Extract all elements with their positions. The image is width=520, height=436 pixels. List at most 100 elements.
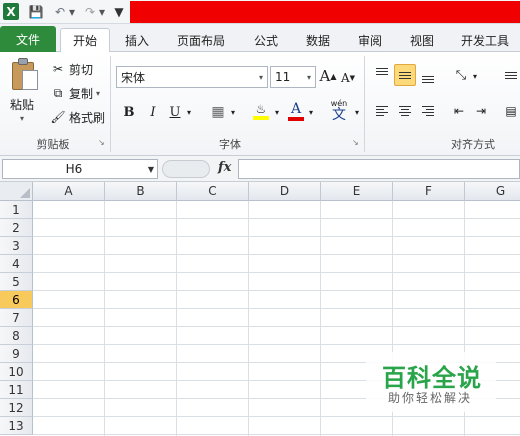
column-header[interactable]: B (105, 182, 177, 201)
font-color-dropdown-icon[interactable]: ▾ (306, 102, 316, 122)
tab-file[interactable]: 文件 (0, 26, 56, 52)
border-icon[interactable]: ▦ (208, 102, 228, 122)
tab-view[interactable]: 视图 (400, 28, 444, 52)
name-box[interactable]: H6 ▼ (2, 159, 158, 179)
ribbon: 粘贴 ▾ ✂ 剪切 ⧉ 复制 ▾ 🖌 格式刷 剪贴板 ↘ 宋体 ▾ 11 ▾ A… (0, 52, 520, 156)
phonetic-label: 文 (332, 107, 346, 123)
scissors-icon: ✂ (52, 62, 64, 76)
grow-font-button[interactable]: A ▲ (320, 66, 337, 86)
paste-label[interactable]: 粘贴 (10, 96, 34, 113)
row-header[interactable]: 12 (0, 399, 33, 417)
font-size-value: 11 (275, 70, 291, 84)
row-header[interactable]: 7 (0, 309, 33, 327)
copy-button[interactable]: ⧉ 复制 ▾ (50, 84, 100, 102)
watermark-logo: 百科全说 助你轻松解决 (366, 352, 496, 412)
select-all-button[interactable] (0, 182, 33, 201)
paste-button[interactable] (8, 58, 40, 92)
row-header[interactable]: 6 (0, 291, 33, 309)
fill-color-dropdown-icon[interactable]: ▾ (272, 102, 282, 122)
alignment-group-label: 对齐方式 (451, 138, 495, 151)
column-header[interactable]: E (321, 182, 393, 201)
fill-color-button[interactable]: ♨ (250, 98, 272, 124)
font-size-select[interactable]: 11 ▾ (270, 66, 316, 88)
group-divider (364, 56, 365, 152)
tab-developer[interactable]: 开发工具 (452, 28, 518, 52)
row-header[interactable]: 5 (0, 273, 33, 291)
phonetic-dropdown-icon[interactable]: ▾ (352, 102, 362, 122)
paint-bucket-icon: ♨ (255, 102, 267, 116)
tab-home[interactable]: 开始 (60, 28, 110, 53)
row-header[interactable]: 1 (0, 201, 33, 219)
quick-access-toolbar: X 💾 ↶ ▾ ↷ ▾ ▼ (0, 0, 520, 24)
copy-dropdown-icon[interactable]: ▾ (96, 89, 100, 98)
phonetic-guide-button[interactable]: wén 文 (326, 96, 352, 126)
cut-button[interactable]: ✂ 剪切 (50, 60, 93, 78)
column-header[interactable]: F (393, 182, 465, 201)
bold-button[interactable]: B (120, 102, 138, 122)
undo-dropdown-icon[interactable]: ▾ (68, 3, 76, 20)
clipboard-clip (18, 58, 28, 65)
title-bar (130, 1, 520, 23)
row-header[interactable]: 10 (0, 363, 33, 381)
font-color-button[interactable]: A (286, 98, 306, 124)
copy-icon: ⧉ (53, 85, 63, 100)
shrink-font-button[interactable]: A ▼ (340, 68, 356, 88)
italic-button[interactable]: I (144, 102, 162, 122)
tab-formulas[interactable]: 公式 (244, 28, 288, 52)
orientation-dropdown-icon[interactable]: ▾ (470, 66, 480, 86)
merge-center-icon[interactable]: ▤ (500, 100, 520, 122)
column-header[interactable]: G (465, 182, 520, 201)
watermark-subtitle: 助你轻松解决 (388, 391, 473, 405)
wrap-text-icon[interactable] (500, 64, 520, 86)
align-bottom-icon (422, 75, 434, 83)
redo-icon[interactable]: ↷ (82, 3, 98, 20)
excel-icon[interactable]: X (3, 3, 19, 20)
tab-data[interactable]: 数据 (296, 28, 340, 52)
tab-review[interactable]: 审阅 (348, 28, 392, 52)
orientation-icon[interactable]: ⤡ (450, 64, 472, 86)
undo-icon[interactable]: ↶ (52, 3, 68, 20)
column-header[interactable]: D (249, 182, 321, 201)
align-middle-button[interactable] (394, 64, 416, 86)
copy-label: 复制 (69, 86, 94, 101)
align-center-icon (399, 106, 411, 116)
align-right-button[interactable] (417, 100, 439, 122)
row-header[interactable]: 8 (0, 327, 33, 345)
font-launcher-icon[interactable]: ↘ (352, 138, 359, 147)
row-header[interactable]: 3 (0, 237, 33, 255)
underline-dropdown-icon[interactable]: ▾ (184, 102, 194, 122)
border-dropdown-icon[interactable]: ▾ (228, 102, 238, 122)
formula-controls (162, 160, 210, 178)
column-header[interactable]: A (33, 182, 105, 201)
save-icon[interactable]: 💾 (28, 3, 44, 20)
align-middle-icon (399, 71, 411, 79)
underline-button[interactable]: U (166, 102, 184, 122)
row-header[interactable]: 11 (0, 381, 33, 399)
chevron-down-icon[interactable]: ▼ (145, 165, 157, 174)
font-name-select[interactable]: 宋体 ▾ (116, 66, 268, 88)
tab-page-layout[interactable]: 页面布局 (168, 28, 234, 52)
align-left-button[interactable] (371, 100, 393, 122)
row-header[interactable]: 4 (0, 255, 33, 273)
column-header[interactable]: C (177, 182, 249, 201)
increase-indent-icon[interactable]: ⇥ (470, 100, 492, 122)
align-center-button[interactable] (394, 100, 416, 122)
format-painter-button[interactable]: 🖌 格式刷 (50, 108, 105, 126)
row-header[interactable]: 9 (0, 345, 33, 363)
paste-dropdown-icon[interactable]: ▾ (20, 114, 24, 123)
row-header[interactable]: 2 (0, 219, 33, 237)
align-bottom-button[interactable] (417, 64, 439, 86)
chevron-down-icon: ▾ (258, 72, 263, 82)
formula-input[interactable] (238, 159, 520, 179)
align-top-button[interactable] (371, 64, 393, 86)
paintbrush-icon: 🖌 (50, 110, 66, 124)
clipboard-paper (22, 70, 38, 90)
align-left-icon (376, 106, 388, 116)
decrease-indent-icon[interactable]: ⇤ (448, 100, 470, 122)
tab-insert[interactable]: 插入 (114, 28, 160, 52)
customize-toolbar-icon[interactable]: ▼ (114, 3, 124, 20)
insert-function-icon[interactable]: fx (218, 160, 231, 175)
redo-dropdown-icon[interactable]: ▾ (98, 3, 106, 20)
clipboard-launcher-icon[interactable]: ↘ (98, 138, 105, 147)
row-header[interactable]: 13 (0, 417, 33, 435)
